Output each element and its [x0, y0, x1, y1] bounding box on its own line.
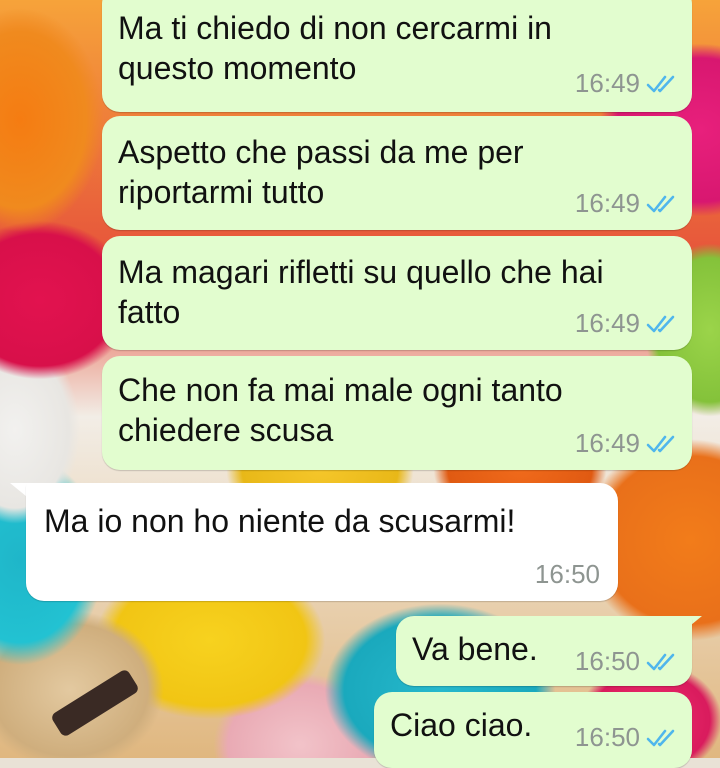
message-meta: 16:50	[575, 722, 678, 753]
message-text: Ma magari rifletti su quello che hai fat…	[118, 254, 604, 330]
message-time: 16:50	[574, 722, 640, 752]
outgoing-message-bubble[interactable]: Ciao ciao. 16:50	[374, 692, 692, 768]
message-text: Ma ti chiedo di non cercarmi in questo m…	[118, 10, 552, 86]
message-time: 16:50	[534, 559, 600, 589]
message-time: 16:49	[574, 428, 640, 458]
message-text: Ciao ciao.	[390, 707, 533, 743]
message-meta: 16:49	[575, 68, 678, 99]
double-check-read-icon	[646, 435, 675, 452]
double-check-read-icon	[646, 653, 675, 670]
message-text: Aspetto che passi da me per riportarmi t…	[118, 134, 524, 210]
message-meta: 16:50	[535, 559, 600, 590]
message-text: Ma io non ho niente da scusarmi!	[44, 503, 516, 539]
incoming-message-bubble[interactable]: Ma io non ho niente da scusarmi! 16:50	[26, 483, 618, 601]
message-meta: 16:50	[575, 646, 678, 677]
outgoing-message-bubble[interactable]: Aspetto che passi da me per riportarmi t…	[102, 116, 692, 230]
double-check-read-icon	[646, 75, 675, 92]
message-time: 16:49	[574, 188, 640, 218]
outgoing-message-bubble[interactable]: Ma magari rifletti su quello che hai fat…	[102, 236, 692, 350]
outgoing-message-bubble[interactable]: Che non fa mai male ogni tanto chiedere …	[102, 356, 692, 470]
double-check-read-icon	[646, 315, 675, 332]
chat-message-list[interactable]: Ma ti chiedo di non cercarmi in questo m…	[0, 0, 720, 768]
outgoing-message-bubble[interactable]: Va bene. 16:50	[396, 616, 692, 686]
double-check-read-icon	[646, 729, 675, 746]
message-meta: 16:49	[575, 428, 678, 459]
message-text: Va bene.	[412, 631, 538, 667]
message-time: 16:50	[574, 646, 640, 676]
message-time: 16:49	[574, 308, 640, 338]
message-time: 16:49	[574, 68, 640, 98]
double-check-read-icon	[646, 195, 675, 212]
message-text: Che non fa mai male ogni tanto chiedere …	[118, 372, 563, 448]
message-meta: 16:49	[575, 308, 678, 339]
outgoing-message-bubble[interactable]: Ma ti chiedo di non cercarmi in questo m…	[102, 0, 692, 112]
message-meta: 16:49	[575, 188, 678, 219]
